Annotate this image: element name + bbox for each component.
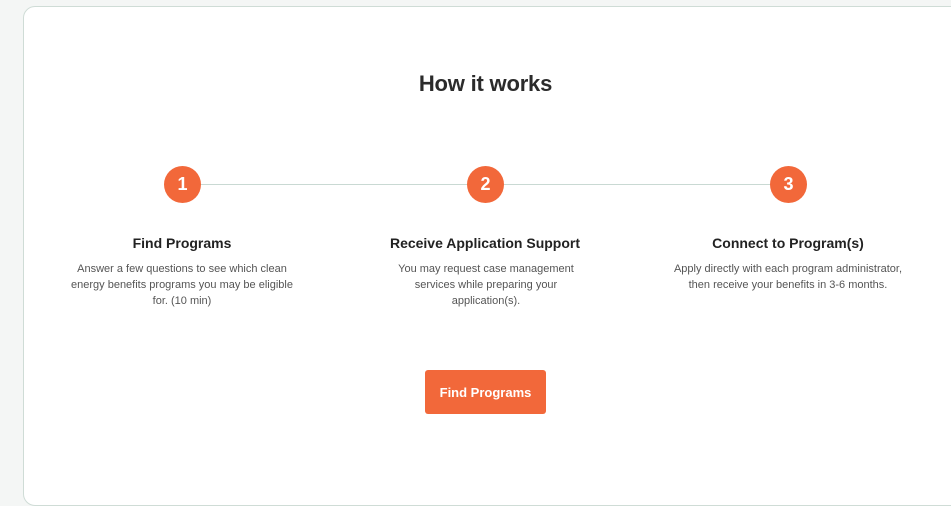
step-3-number-badge: 3 <box>770 166 807 203</box>
step-1-title: Find Programs <box>132 235 232 251</box>
step-2-description: You may request case management services… <box>398 263 574 307</box>
step-2-title: Receive Application Support <box>389 235 581 251</box>
find-programs-button[interactable]: Find Programs <box>425 370 546 414</box>
step-1-description: Answer a few questions to see which clea… <box>71 263 293 307</box>
step-connector-1-2 <box>201 184 467 185</box>
step-connector-2-3 <box>504 184 770 185</box>
step-1-number-badge: 1 <box>164 166 201 203</box>
step-3-title: Connect to Program(s) <box>712 235 864 251</box>
how-it-works-card: How it works 1 2 3 Find Programs Receive… <box>23 6 951 506</box>
step-3-description: Apply directly with each program adminis… <box>673 263 903 291</box>
section-title: How it works <box>418 71 553 96</box>
step-2-number-badge: 2 <box>467 166 504 203</box>
